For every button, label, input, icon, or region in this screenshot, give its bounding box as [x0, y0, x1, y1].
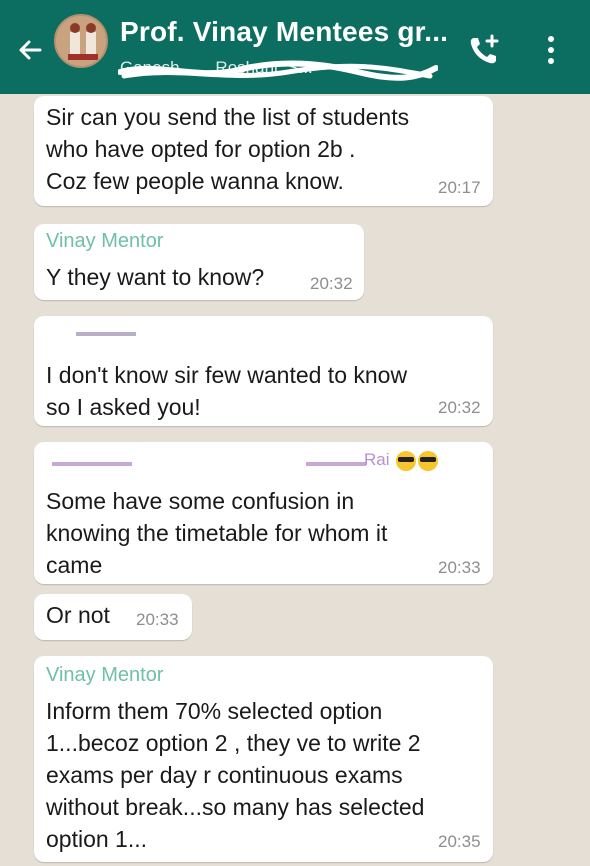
message-line: exams per day r continuous exams	[46, 762, 403, 788]
message-line: knowing the timetable for whom it	[46, 520, 388, 546]
sender-name: Vinay Mentor	[46, 664, 164, 686]
message-time: 20:32	[310, 274, 353, 293]
add-call-icon[interactable]	[464, 30, 504, 70]
back-arrow-icon[interactable]	[10, 30, 50, 70]
message-bubble[interactable]: Or not 20:33	[34, 594, 192, 640]
sunglasses-emoji-icon	[418, 450, 439, 471]
redacted-sender-name	[46, 324, 466, 339]
group-avatar[interactable]	[54, 14, 108, 68]
message-bubble[interactable]: Rai Some have some confusion in knowing …	[34, 442, 493, 584]
message-line: without break...so many has selected	[46, 794, 425, 820]
sender-name-text: Rai	[364, 450, 390, 469]
message-bubble[interactable]: Sir can you send the list of students wh…	[34, 96, 493, 206]
message-line: Sir can you send the list of students	[46, 104, 410, 130]
overflow-menu-icon[interactable]	[536, 30, 566, 70]
chat-header: Prof. Vinay Mentees gr... Ganesh, …, Ros…	[0, 0, 590, 94]
sender-name: Rai	[364, 450, 439, 471]
message-line: Y they want to know?	[46, 264, 265, 290]
message-time: 20:32	[438, 398, 481, 417]
message-line: Some have some confusion in	[46, 488, 355, 514]
message-line: who have opted for option 2b .	[46, 136, 356, 162]
message-time: 20:35	[438, 832, 481, 851]
message-line: 1...becoz option 2 , they ve to write 2	[46, 730, 421, 756]
chat-area: Sir can you send the list of students wh…	[0, 94, 590, 866]
message-line: so I asked you!	[46, 394, 201, 420]
message-line: I don't know sir few wanted to know	[46, 362, 408, 388]
message-bubble[interactable]: Vinay Mentor Inform them 70% selected op…	[34, 656, 493, 862]
message-line: Or not	[46, 602, 110, 628]
message-bubble[interactable]: I don't know sir few wanted to know so I…	[34, 316, 493, 426]
message-line: option 1...	[46, 826, 148, 852]
message-time: 20:33	[136, 610, 179, 629]
message-line: Inform them 70% selected option	[46, 698, 383, 724]
message-bubble[interactable]: Vinay Mentor Y they want to know? 20:32	[34, 224, 364, 300]
message-time: 20:17	[438, 178, 481, 197]
sender-name: Vinay Mentor	[46, 230, 164, 252]
message-time: 20:33	[438, 558, 481, 577]
message-line: came	[46, 552, 103, 578]
sunglasses-emoji-icon	[396, 450, 417, 471]
chat-participants[interactable]: Ganesh, …, Roshani, S...	[120, 58, 313, 78]
message-line: Coz few people wanna know.	[46, 168, 344, 194]
chat-title[interactable]: Prof. Vinay Mentees gr...	[120, 16, 448, 48]
